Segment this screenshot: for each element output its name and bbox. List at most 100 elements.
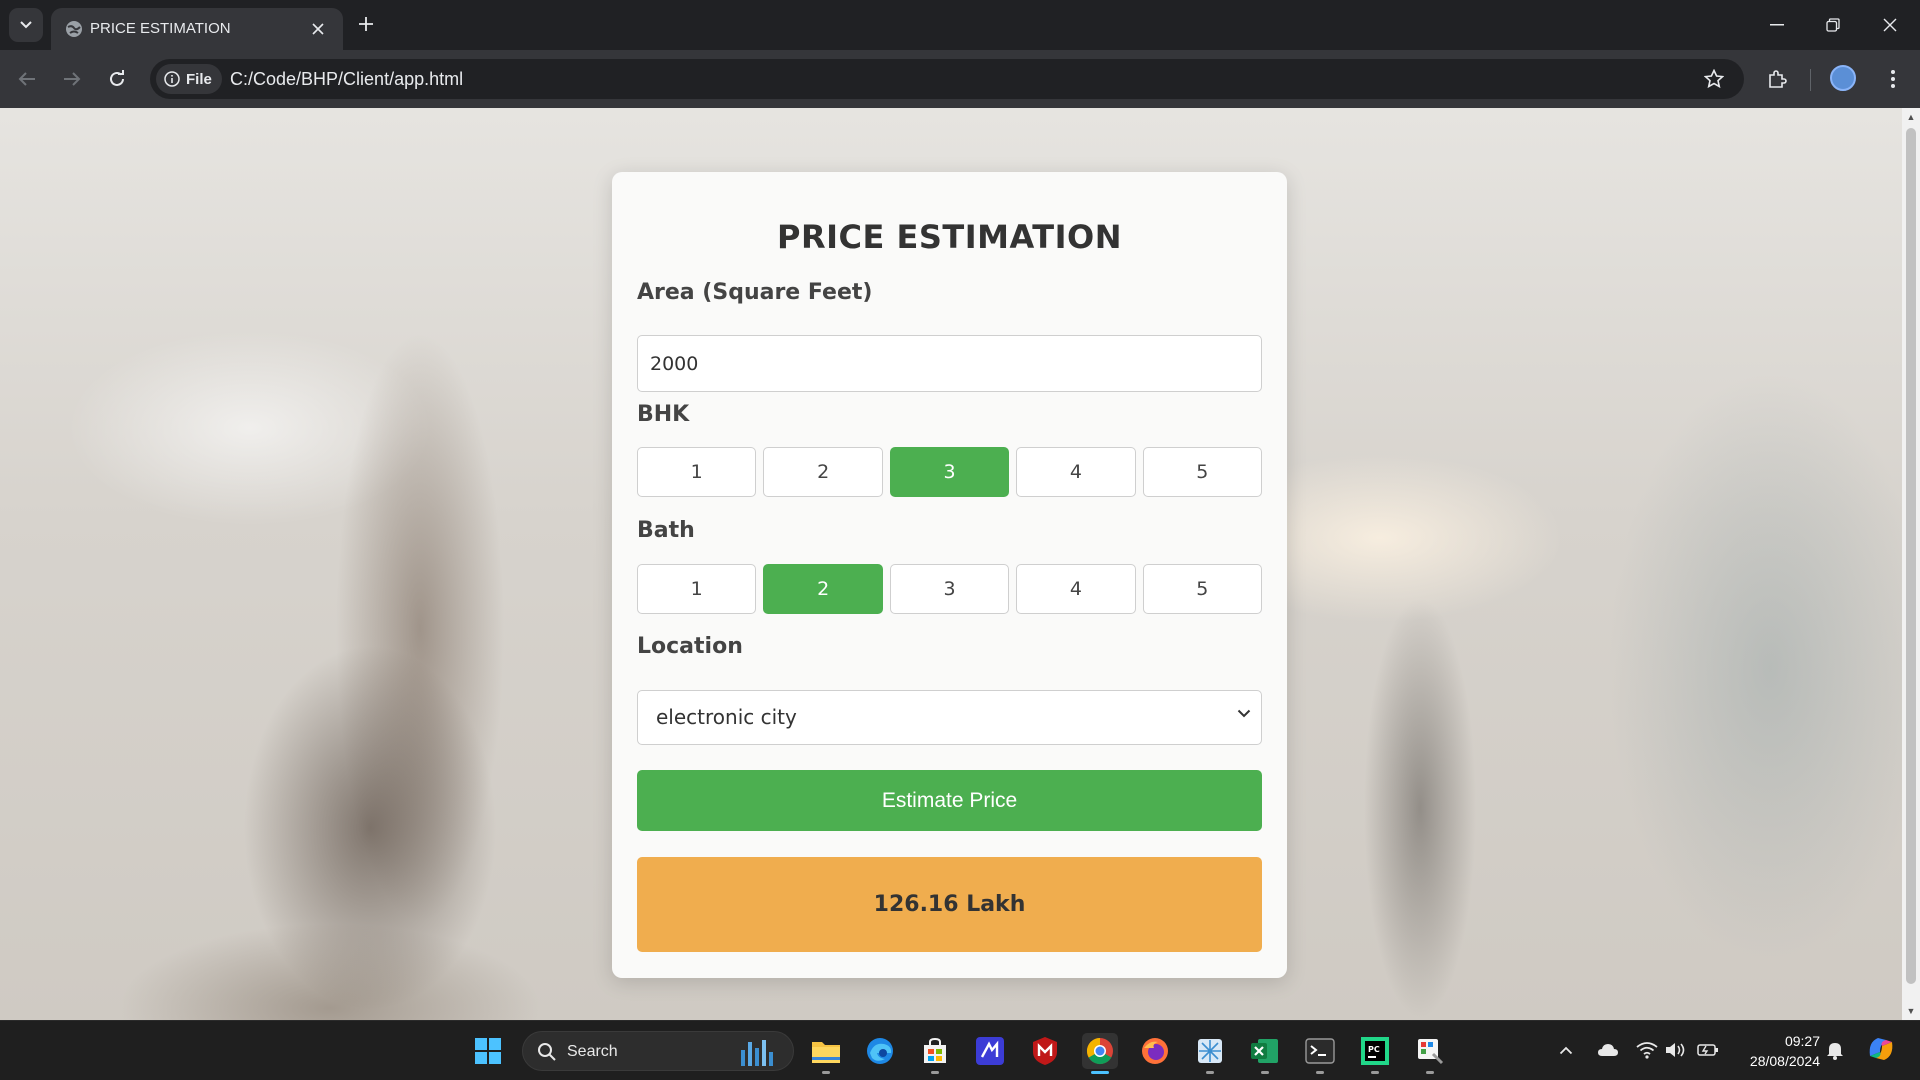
search-highlight-icon (741, 1040, 773, 1066)
terminal-indicator (1316, 1071, 1324, 1074)
store-indicator (931, 1071, 939, 1074)
page-title: PRICE ESTIMATION (777, 218, 1122, 256)
paint-icon[interactable] (1412, 1033, 1448, 1069)
battery-icon[interactable] (1697, 1039, 1719, 1061)
estimate-price-button[interactable]: Estimate Price (637, 770, 1262, 831)
tab-title: PRICE ESTIMATION (90, 20, 231, 37)
puzzle-icon (1769, 70, 1787, 88)
area-input[interactable] (637, 335, 1262, 392)
arrow-right-icon (64, 72, 81, 86)
menu-button[interactable] (1876, 62, 1910, 96)
excel-indicator (1261, 1071, 1269, 1074)
search-icon (538, 1043, 556, 1061)
reload-icon (110, 70, 124, 86)
file-explorer-indicator (822, 1071, 830, 1074)
wifi-icon[interactable] (1636, 1039, 1658, 1061)
close-window-button[interactable] (1860, 0, 1920, 50)
mcafee-icon[interactable] (1027, 1033, 1063, 1069)
bhk-options: 1 2 3 4 5 (637, 447, 1263, 497)
close-icon (312, 23, 324, 35)
scroll-up-icon[interactable]: ▲ (1906, 112, 1916, 122)
globe-icon (66, 21, 82, 37)
profile-avatar[interactable] (1830, 65, 1856, 91)
tab-close-button[interactable] (305, 16, 331, 42)
bell-icon (1827, 1043, 1843, 1060)
edge-icon[interactable] (862, 1033, 898, 1069)
bhk-option-1[interactable]: 1 (637, 447, 757, 497)
bath-option-2[interactable]: 2 (763, 564, 883, 614)
site-info-chip[interactable]: File (156, 64, 222, 94)
page-viewport: PRICE ESTIMATION Area (Square Feet) BHK … (0, 108, 1902, 1020)
search-label: Search (567, 1043, 618, 1060)
taskbar-clock[interactable]: 09:27 28/08/2024 (1730, 1031, 1820, 1071)
chevron-down-icon (1237, 709, 1251, 718)
bath-option-5[interactable]: 5 (1142, 564, 1263, 614)
estimated-price-result: 126.16 Lakh (637, 857, 1262, 952)
back-button[interactable] (10, 62, 44, 96)
clock-time: 09:27 (1784, 1033, 1820, 1049)
plus-icon (359, 17, 373, 31)
url-text[interactable]: C:/Code/BHP/Client/app.html (230, 69, 463, 90)
browser-toolbar: File C:/Code/BHP/Client/app.html (0, 50, 1920, 108)
kebab-menu-icon (1891, 70, 1895, 88)
terminal-icon[interactable] (1302, 1033, 1338, 1069)
location-selected-value: electronic city (656, 705, 797, 729)
copilot-icon[interactable] (1865, 1033, 1897, 1065)
chrome-indicator (1091, 1071, 1109, 1074)
clock-date: 28/08/2024 (1749, 1053, 1820, 1069)
bhk-option-4[interactable]: 4 (1016, 447, 1136, 497)
show-hidden-icons-button[interactable] (1555, 1039, 1577, 1061)
extensions-button[interactable] (1760, 62, 1794, 96)
bath-option-1[interactable]: 1 (637, 564, 757, 614)
bookmark-button[interactable] (1700, 65, 1728, 93)
bath-options: 1 2 3 4 5 (637, 564, 1263, 614)
excel-icon[interactable] (1247, 1033, 1283, 1069)
tab-strip: PRICE ESTIMATION (0, 0, 1920, 50)
onedrive-icon[interactable] (1597, 1039, 1619, 1061)
scroll-down-icon[interactable]: ▼ (1906, 1006, 1916, 1016)
pycharm-icon[interactable]: PC (1357, 1033, 1393, 1069)
windows-taskbar: Search PC 09:27 28/08/2024 (0, 1020, 1920, 1080)
notifications-button[interactable] (1824, 1039, 1846, 1061)
location-label: Location (637, 634, 743, 659)
address-bar[interactable]: File C:/Code/BHP/Client/app.html (150, 59, 1744, 99)
start-button[interactable] (470, 1033, 506, 1069)
restore-icon (1826, 18, 1840, 32)
chevron-down-icon (20, 21, 32, 29)
store-icon[interactable] (917, 1033, 953, 1069)
minimize-button[interactable] (1747, 0, 1807, 50)
firefox-icon[interactable] (1137, 1033, 1173, 1069)
file-explorer-icon[interactable] (808, 1033, 844, 1069)
volume-icon[interactable] (1665, 1039, 1687, 1061)
visual-studio-icon[interactable] (972, 1033, 1008, 1069)
site-chip-label: File (186, 70, 212, 88)
taskbar-search[interactable]: Search (522, 1031, 794, 1071)
bath-label: Bath (637, 518, 695, 543)
forward-button[interactable] (55, 62, 89, 96)
tab-price-estimation[interactable]: PRICE ESTIMATION (51, 8, 343, 50)
bhk-option-5[interactable]: 5 (1142, 447, 1263, 497)
minimize-icon (1770, 24, 1784, 26)
bath-option-3[interactable]: 3 (889, 564, 1010, 614)
location-select[interactable]: electronic city (637, 690, 1262, 745)
chevron-up-icon (1559, 1046, 1573, 1054)
bhk-option-3[interactable]: 3 (889, 447, 1010, 497)
windows-logo-icon (475, 1038, 501, 1064)
chrome-icon[interactable] (1082, 1033, 1118, 1069)
scroll-thumb[interactable] (1906, 128, 1916, 984)
area-label: Area (Square Feet) (637, 280, 873, 305)
toolbar-divider (1810, 69, 1811, 91)
restore-button[interactable] (1803, 0, 1863, 50)
bath-option-4[interactable]: 4 (1016, 564, 1136, 614)
page-scrollbar[interactable]: ▲ ▼ (1902, 108, 1920, 1020)
tab-search-button[interactable] (9, 8, 43, 42)
snipping-icon[interactable] (1192, 1033, 1228, 1069)
svg-text:PC: PC (1368, 1045, 1380, 1054)
close-icon (1883, 18, 1897, 32)
info-icon (164, 71, 180, 87)
bhk-option-2[interactable]: 2 (763, 447, 883, 497)
new-tab-button[interactable] (352, 10, 380, 38)
paint-indicator (1426, 1071, 1434, 1074)
snipping-indicator (1206, 1071, 1214, 1074)
reload-button[interactable] (100, 62, 134, 96)
